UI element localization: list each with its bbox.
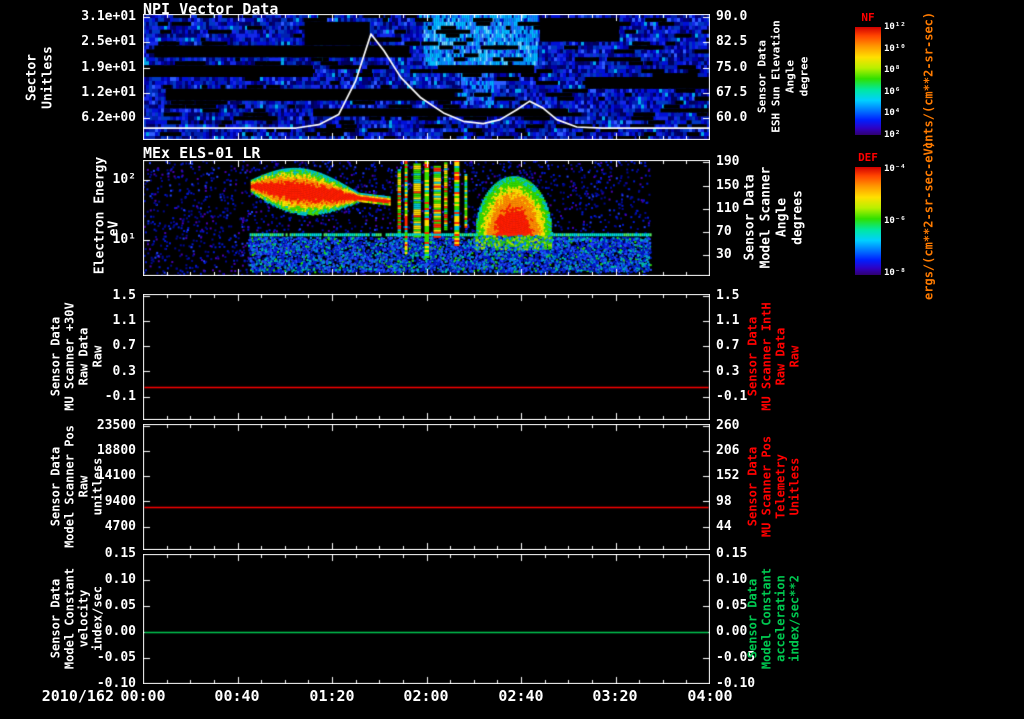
mu-scanner-line-canvas — [143, 294, 710, 420]
y-tick-label: 150 — [716, 178, 740, 193]
y-tick-label: 260 — [716, 418, 740, 433]
x-tick-label: 01:20 — [309, 687, 355, 705]
y-tick-label: 98 — [716, 494, 732, 509]
colorbar-tick-label: 10¹⁰ — [884, 44, 906, 54]
y-tick-label: 70 — [716, 224, 732, 239]
axis-label-line: index/sec**2 — [787, 575, 802, 662]
y-tick-label: 1.9e+01 — [81, 60, 136, 75]
axis-label-line: acceleration — [773, 575, 788, 662]
colorbar-tick-label: 10⁻⁸ — [884, 268, 906, 278]
colorbar-tick-label: 10⁻⁶ — [884, 216, 906, 226]
y-tick-label: 110 — [716, 201, 740, 216]
y-tick-label: 82.5 — [716, 34, 748, 49]
npi-spectrogram-canvas — [143, 14, 710, 140]
axis-label-line: Sensor Data — [745, 578, 760, 659]
plot-window: { "x_axis": { "date": "2010/162", "ticks… — [0, 0, 1024, 708]
y-tick-label: 1.1 — [716, 313, 740, 328]
colorbar-tick-label: 10⁴ — [884, 108, 901, 118]
model-constant-line-canvas — [143, 554, 710, 684]
colorbar — [855, 167, 881, 275]
y-tick-label: 0.3 — [716, 364, 740, 379]
colorbar-title: NF — [861, 11, 875, 24]
y-tick-label: 1.2e+01 — [81, 85, 136, 100]
colorbar-tick-label: 10⁶ — [884, 87, 901, 97]
y-tick-label: 44 — [716, 519, 732, 534]
colorbar-tick-label: 10² — [884, 130, 901, 140]
y-tick-label: 0.7 — [716, 338, 740, 353]
colorbar-tick-label: 10⁸ — [884, 65, 901, 75]
scanner-pos-line-canvas — [143, 424, 710, 550]
y-tick-label: 3.1e+01 — [81, 9, 136, 24]
x-tick-label: 02:40 — [498, 687, 544, 705]
colorbar — [855, 27, 881, 135]
axis-label-line: Sector — [24, 54, 40, 101]
y-tick-label: -0.1 — [716, 389, 748, 404]
x-tick-label: 00:40 — [214, 687, 260, 705]
colorbar-tick-label: 10⁻⁴ — [884, 164, 906, 174]
y-tick-label: 152 — [716, 468, 740, 483]
y-tick-label: 0.10 — [716, 572, 748, 587]
y-tick-label: 1.5 — [716, 288, 740, 303]
y-tick-label: 0.15 — [716, 546, 748, 561]
y-tick-label: 90.0 — [716, 9, 748, 24]
axis-label-line: Model Constant — [759, 567, 774, 670]
els-spectrogram-canvas — [143, 160, 710, 276]
y-tick-label: 0.00 — [716, 624, 748, 639]
axis-label-line: Unitless — [40, 46, 56, 109]
x-tick-label: 04:00 — [687, 687, 733, 705]
y-tick-label: 30 — [716, 247, 732, 262]
y-tick-label: 2.5e+01 — [81, 34, 136, 49]
y-tick-label: 67.5 — [716, 85, 748, 100]
colorbar-units-label: ergs/(cm**2-sr-sec-eV) — [921, 141, 936, 300]
y-tick-label: 190 — [716, 154, 740, 169]
colorbar-title: DEF — [858, 151, 878, 164]
x-axis-date: 2010/162 — [41, 687, 114, 705]
y-tick-label: 75.0 — [716, 60, 748, 75]
colorbar-tick-label: 10¹² — [884, 22, 906, 32]
x-tick-label: 00:00 — [120, 687, 166, 705]
x-tick-label: 03:20 — [592, 687, 638, 705]
y-tick-label: 0.05 — [716, 598, 748, 613]
panel2-title: MEx ELS-01 LR — [143, 144, 261, 162]
x-tick-label: 02:00 — [403, 687, 449, 705]
y-tick-label: 206 — [716, 443, 740, 458]
